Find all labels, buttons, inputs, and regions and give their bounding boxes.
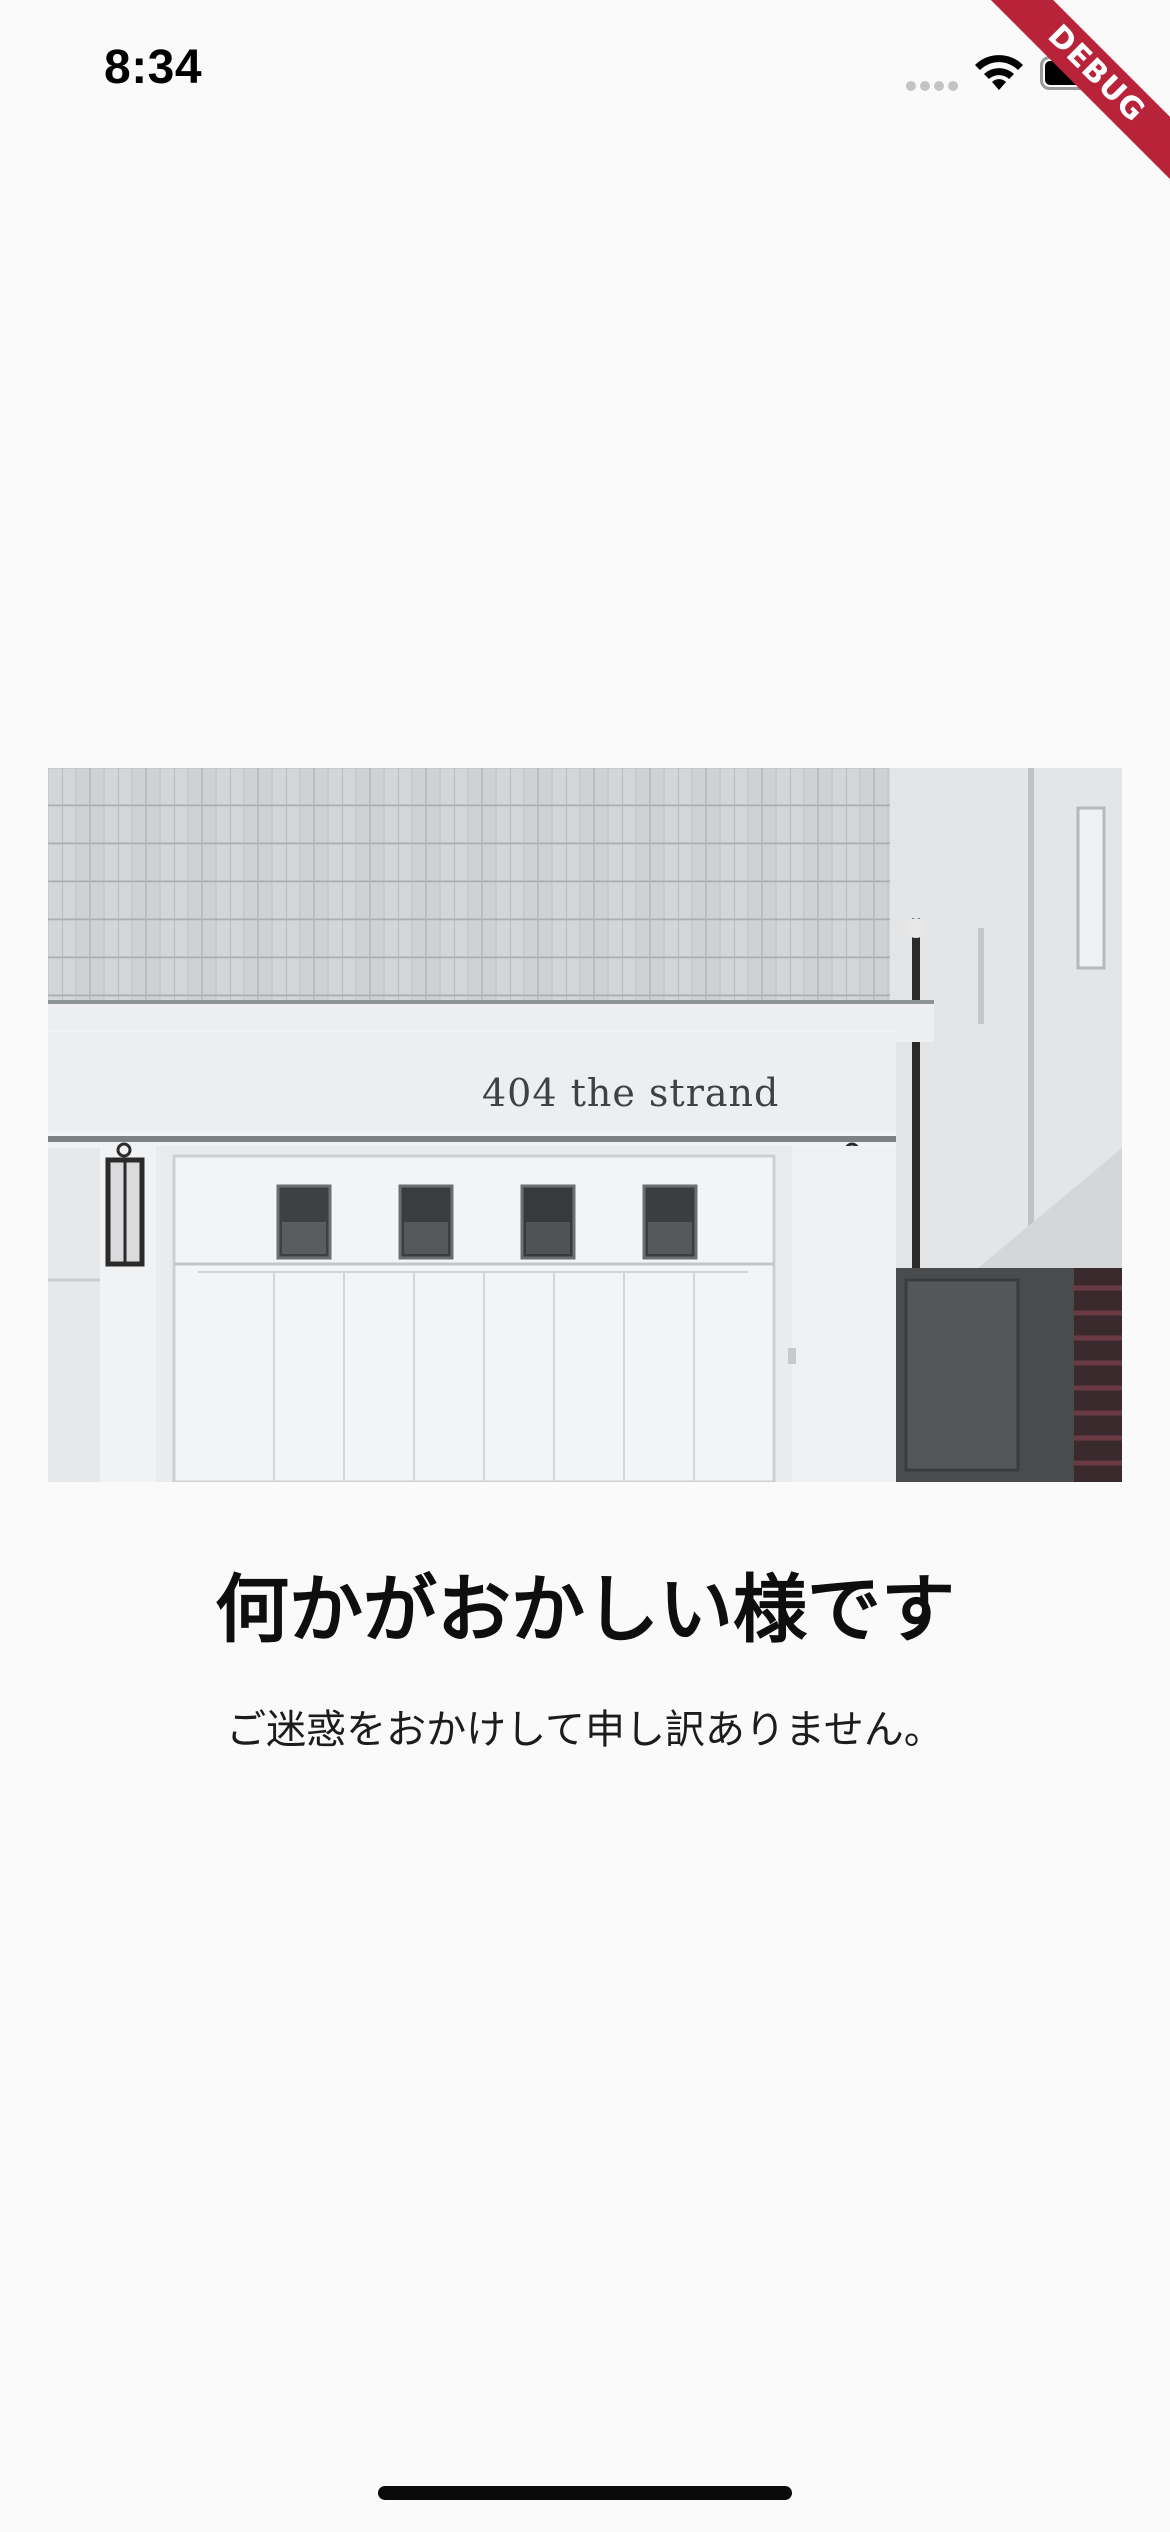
hero-image: 404 the strand	[48, 768, 1122, 1482]
status-time: 8:34	[104, 41, 203, 94]
hero-sign-text: 404 the strand	[482, 1071, 779, 1115]
home-indicator[interactable]	[378, 2486, 792, 2500]
error-message: ご迷惑をおかけして申し訳ありません。	[226, 1707, 944, 1753]
status-bar: 8:34	[0, 0, 1170, 150]
error-title: 何かがおかしい様です	[215, 1567, 955, 1653]
garage-photo: 404 the strand	[48, 768, 1122, 1482]
signal-dots-icon	[906, 81, 958, 91]
battery-icon	[1040, 56, 1108, 90]
wifi-icon	[975, 55, 1023, 90]
